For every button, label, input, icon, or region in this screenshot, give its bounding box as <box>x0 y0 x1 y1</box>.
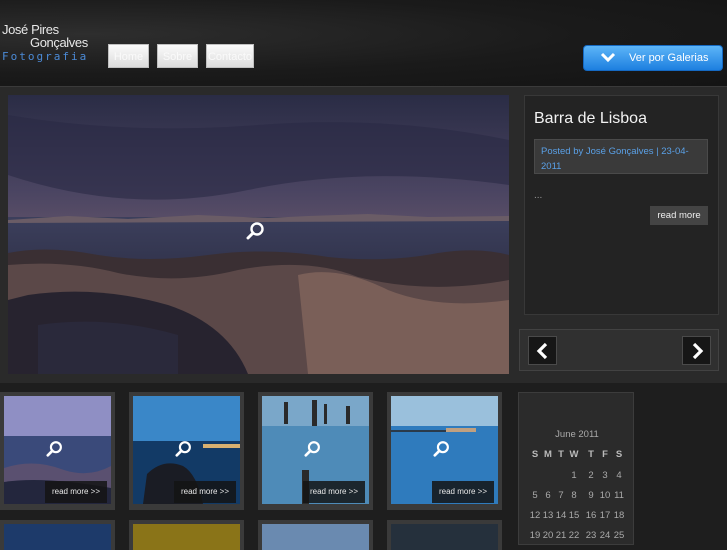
post-meta-line-2: 2011 <box>541 161 562 172</box>
magnifier-icon <box>433 441 449 457</box>
chevron-right-icon <box>692 342 704 360</box>
galerias-dropdown-button[interactable]: Ver por Galerias <box>583 45 723 71</box>
post-meta: Posted by José Gonçalves | 23-04- 2011 <box>534 139 708 174</box>
post-title[interactable]: Barra de Lisboa <box>534 110 647 128</box>
thumbnail-card[interactable]: read more >> <box>129 392 244 510</box>
calendar-day[interactable]: 2 <box>585 470 597 481</box>
calendar-day[interactable]: 10 <box>599 490 611 501</box>
thumbnail-photo[interactable] <box>262 524 369 550</box>
chevron-left-icon <box>536 342 548 360</box>
thumbnail-card[interactable]: read more >> <box>258 392 373 510</box>
calendar-day[interactable]: 8 <box>568 490 580 501</box>
calendar-weekday-label: T <box>588 449 594 460</box>
thumbnail-grid: read more >> read more >> read more >> r… <box>0 390 510 550</box>
calendar-day[interactable]: 15 <box>568 510 580 521</box>
calendar-weekday-label: S <box>615 449 623 460</box>
magnifier-icon <box>175 441 191 457</box>
post-info-panel: Barra de Lisboa Posted by José Gonçalves… <box>524 95 719 315</box>
calendar-day[interactable]: 7 <box>555 490 567 501</box>
featured-photo[interactable] <box>8 95 509 374</box>
post-meta-line-1: Posted by José Gonçalves | 23-04- <box>541 146 689 157</box>
calendar-widget: June 2011 S M T W T F S 1 2 3 4 5 6 7 8 9 10 11 12 13 14 15 16… <box>518 392 634 545</box>
nav-home-button[interactable]: Home <box>108 44 149 68</box>
logo-line-3: Fotografia <box>2 50 89 63</box>
calendar-day[interactable]: 23 <box>585 530 597 541</box>
calendar-day[interactable]: 13 <box>542 510 554 521</box>
calendar-day[interactable]: 18 <box>613 510 625 521</box>
calendar-day[interactable]: 9 <box>585 490 597 501</box>
site-header: José Pires Gonçalves Fotografia Home Sob… <box>0 0 727 86</box>
calendar-day[interactable]: 19 <box>529 530 541 541</box>
slider-navigation <box>519 329 719 371</box>
calendar-day[interactable]: 14 <box>555 510 567 521</box>
nav-sobre-button[interactable]: Sobre <box>157 44 198 68</box>
thumbnail-card[interactable] <box>0 520 115 550</box>
calendar-day[interactable]: 3 <box>599 470 611 481</box>
calendar-caption: June 2011 <box>555 429 599 440</box>
chevron-down-icon <box>600 52 616 63</box>
thumbnail-read-more[interactable]: read more >> <box>45 481 107 503</box>
thumbnail-photo[interactable] <box>4 524 111 550</box>
thumbnail-photo[interactable] <box>391 524 498 550</box>
magnifier-icon <box>46 441 62 457</box>
calendar-day[interactable]: 6 <box>542 490 554 501</box>
calendar-day[interactable]: 21 <box>555 530 567 541</box>
thumbnail-card[interactable]: read more >> <box>0 392 115 510</box>
calendar-day[interactable]: 5 <box>529 490 541 501</box>
thumbnail-read-more[interactable]: read more >> <box>432 481 494 503</box>
calendar-weekday-label: M <box>544 449 552 460</box>
next-slide-button[interactable] <box>682 336 711 365</box>
thumbnail-card[interactable] <box>387 520 502 550</box>
magnifier-icon <box>304 441 320 457</box>
calendar-day[interactable]: 25 <box>613 530 625 541</box>
site-logo[interactable]: José Pires Gonçalves Fotografia <box>2 22 102 66</box>
magnifier-icon <box>246 222 264 240</box>
calendar-day[interactable]: 20 <box>542 530 554 541</box>
read-more-button[interactable]: read more <box>650 206 708 225</box>
thumbnail-card[interactable] <box>258 520 373 550</box>
calendar-day[interactable]: 11 <box>613 490 625 501</box>
galerias-button-label: Ver por Galerias <box>629 52 709 64</box>
thumbnail-card[interactable]: read more >> <box>387 392 502 510</box>
calendar-weekday-label: F <box>602 449 608 460</box>
previous-slide-button[interactable] <box>528 336 557 365</box>
calendar-day[interactable]: 4 <box>613 470 625 481</box>
calendar-day[interactable]: 12 <box>529 510 541 521</box>
calendar-day[interactable]: 17 <box>599 510 611 521</box>
calendar-weekday-label: T <box>558 449 564 460</box>
thumbnail-card[interactable] <box>129 520 244 550</box>
calendar-day[interactable]: 22 <box>568 530 580 541</box>
thumbnail-read-more[interactable]: read more >> <box>174 481 236 503</box>
calendar-weekday-label: W <box>569 449 579 460</box>
calendar-day[interactable]: 16 <box>585 510 597 521</box>
logo-line-2: Gonçalves <box>30 35 88 50</box>
calendar-day[interactable]: 1 <box>568 470 580 481</box>
thumbnail-read-more[interactable]: read more >> <box>303 481 365 503</box>
calendar-day[interactable]: 24 <box>599 530 611 541</box>
nav-contacto-button[interactable]: Contacto <box>206 44 254 68</box>
featured-slider: Barra de Lisboa Posted by José Gonçalves… <box>0 86 727 383</box>
thumbnail-photo[interactable] <box>133 524 240 550</box>
post-excerpt: ... <box>534 190 543 201</box>
calendar-weekday-label: S <box>531 449 539 460</box>
